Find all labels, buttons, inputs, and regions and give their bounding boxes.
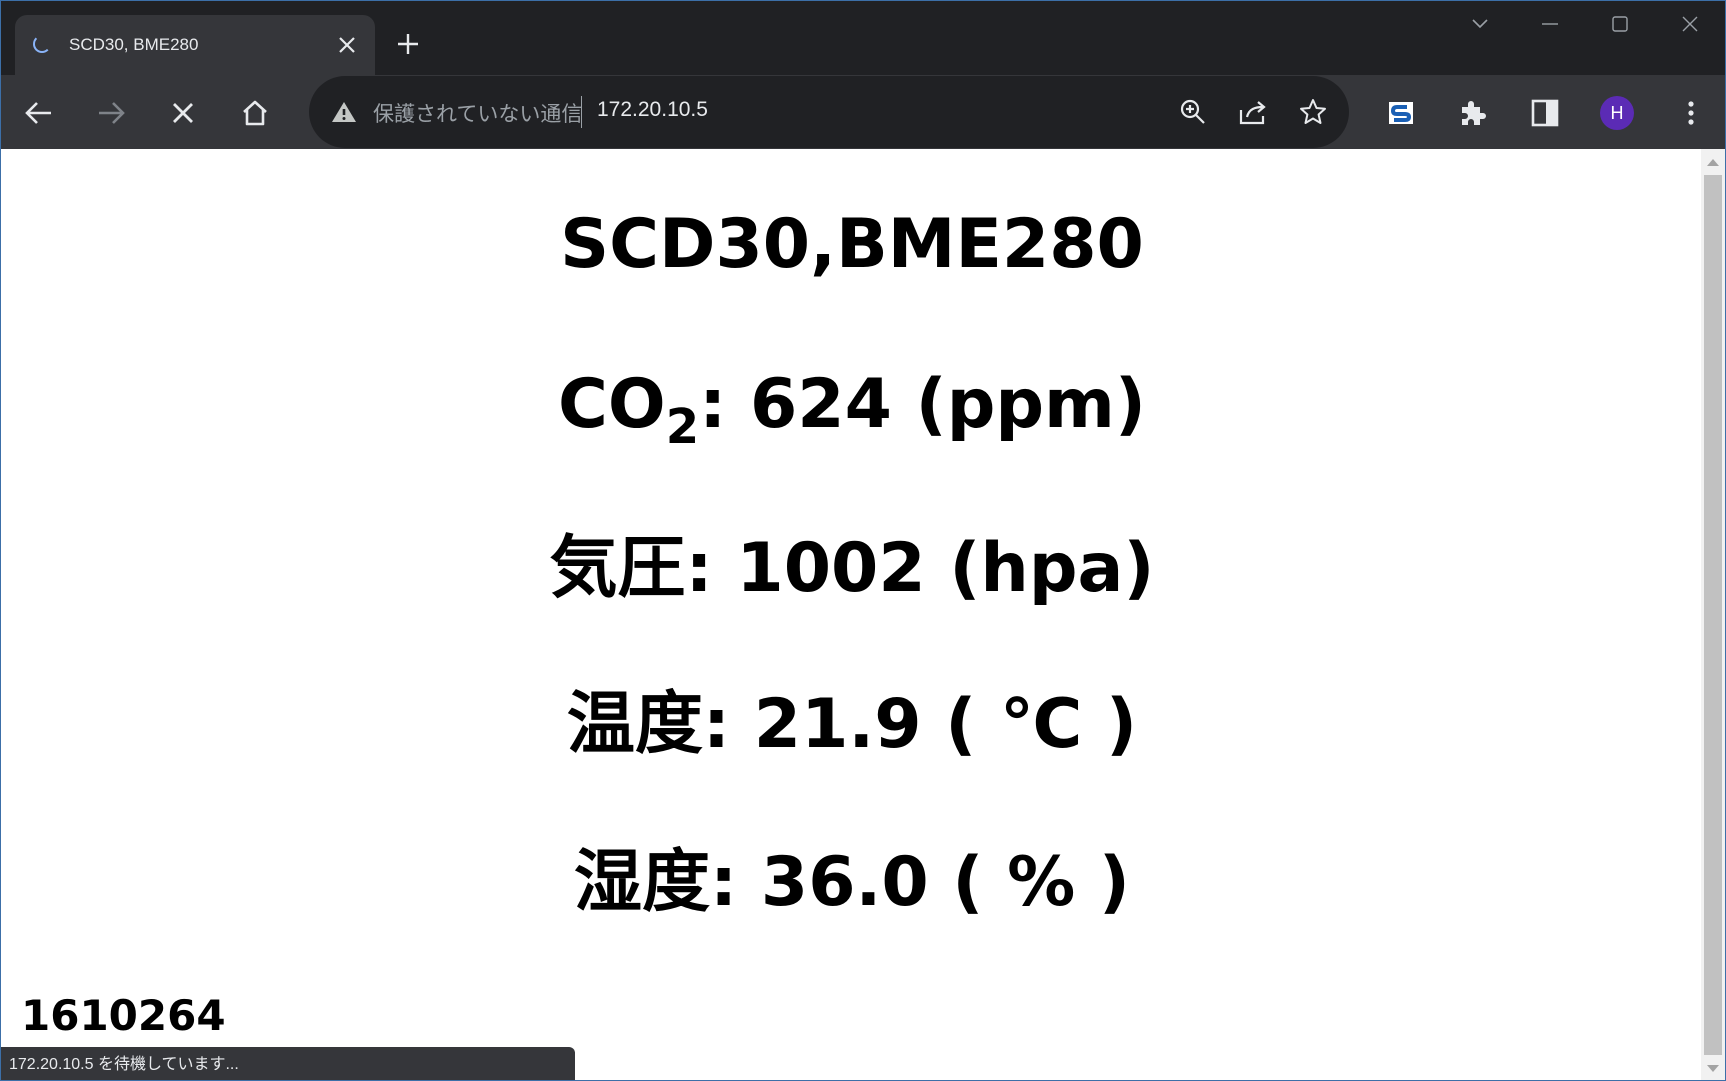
forward-arrow-icon <box>99 102 125 124</box>
star-icon <box>1300 99 1326 124</box>
stop-icon <box>173 103 193 123</box>
zoom-button[interactable] <box>1177 96 1209 128</box>
tab-active[interactable]: SCD30, BME280 <box>15 15 375 75</box>
extension-s-icon <box>1389 102 1413 124</box>
scroll-up-arrow-icon[interactable] <box>1707 159 1719 166</box>
vertical-scrollbar[interactable] <box>1701 149 1725 1080</box>
zoom-icon <box>1180 99 1205 124</box>
menu-button[interactable] <box>1671 93 1711 133</box>
scroll-thumb[interactable] <box>1704 175 1722 1055</box>
back-arrow-icon <box>25 102 51 124</box>
close-icon <box>1682 16 1698 32</box>
browser-window: SCD30, BME280 保護されていない通信 172.20.10.5 H S… <box>0 0 1726 1081</box>
omnibox-separator <box>581 96 582 128</box>
minimize-icon <box>1542 23 1558 25</box>
address-bar[interactable]: 保護されていない通信 172.20.10.5 <box>309 76 1349 148</box>
close-window-button[interactable] <box>1655 1 1725 47</box>
home-icon <box>243 100 267 126</box>
scroll-down-arrow-icon[interactable] <box>1707 1065 1719 1072</box>
humidity-reading: 湿度: 36.0 ( % ) <box>574 843 1130 922</box>
kebab-menu-icon <box>1688 101 1694 125</box>
share-icon <box>1239 101 1266 125</box>
temperature-reading: 温度: 21.9 ( ℃ ) <box>566 685 1138 764</box>
url-text[interactable]: 172.20.10.5 <box>597 98 708 122</box>
tab-strip: SCD30, BME280 <box>1 1 1725 75</box>
browser-toolbar: 保護されていない通信 172.20.10.5 H <box>1 75 1725 149</box>
minimize-button[interactable] <box>1515 1 1585 47</box>
co2-subscript: 2 <box>665 399 700 455</box>
uptime-counter: 1610264 <box>21 991 226 1040</box>
tab-close-button[interactable] <box>333 31 361 59</box>
profile-button[interactable]: H <box>1597 93 1637 133</box>
maximize-icon <box>1612 16 1628 32</box>
tab-title: SCD30, BME280 <box>69 35 199 54</box>
extension-s-button[interactable] <box>1381 93 1421 133</box>
home-button[interactable] <box>235 93 275 133</box>
status-bubble: 172.20.10.5 を待機しています... <box>1 1047 575 1080</box>
tab-loading-spinner-icon <box>33 35 51 53</box>
co2-value: : 624 (ppm) <box>699 365 1146 444</box>
warning-icon[interactable] <box>331 100 357 124</box>
back-button[interactable] <box>19 93 59 133</box>
co2-label: CO <box>558 365 666 444</box>
pressure-reading: 気圧: 1002 (hpa) <box>549 529 1155 608</box>
tab-search-button[interactable] <box>1445 1 1515 47</box>
puzzle-icon <box>1462 101 1486 125</box>
stop-loading-button[interactable] <box>163 93 203 133</box>
close-icon <box>339 37 355 53</box>
maximize-button[interactable] <box>1585 1 1655 47</box>
side-panel-button[interactable] <box>1525 93 1565 133</box>
security-status-label[interactable]: 保護されていない通信 <box>373 98 582 128</box>
extensions-button[interactable] <box>1453 93 1493 133</box>
forward-button[interactable] <box>91 93 131 133</box>
chevron-down-icon <box>1472 19 1488 29</box>
new-tab-button[interactable] <box>391 27 425 61</box>
window-controls <box>1445 1 1725 47</box>
page-title: SCD30,BME280 <box>560 205 1144 284</box>
bookmark-button[interactable] <box>1297 96 1329 128</box>
share-button[interactable] <box>1237 96 1269 128</box>
plus-icon <box>398 34 418 54</box>
page-viewport: SCD30,BME280 CO2: 624 (ppm) 気圧: 1002 (hp… <box>1 149 1703 1080</box>
avatar: H <box>1600 96 1634 130</box>
co2-reading: CO2: 624 (ppm) <box>1 365 1703 451</box>
side-panel-icon <box>1531 99 1559 127</box>
